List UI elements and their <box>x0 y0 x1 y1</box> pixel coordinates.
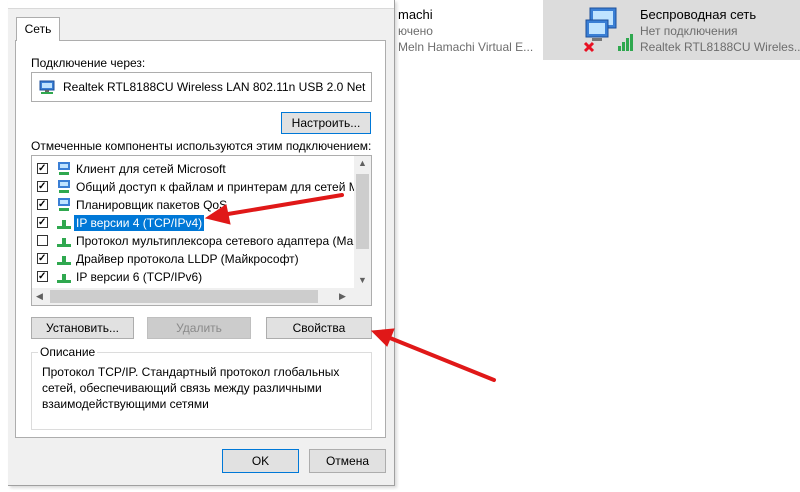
annotation-arrow-ipv4 <box>204 193 344 225</box>
tab-network[interactable]: Сеть <box>16 17 60 41</box>
annotation-arrows <box>204 193 496 382</box>
annotation-arrow-properties <box>370 328 496 382</box>
